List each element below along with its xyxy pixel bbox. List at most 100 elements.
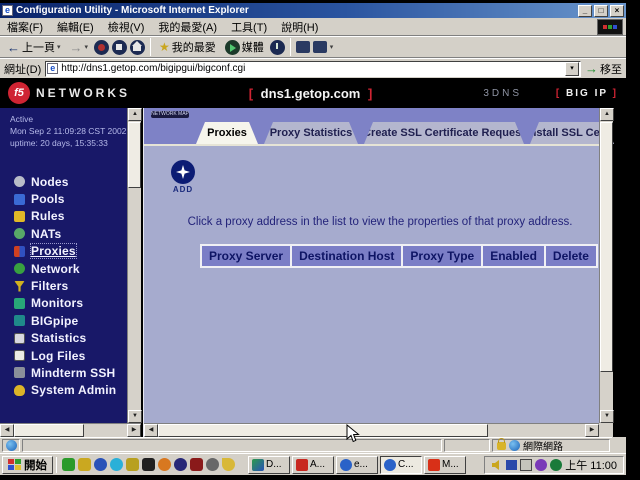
- tab-create-ssl-certificate-request[interactable]: Create SSL Certificate Request: [364, 122, 524, 144]
- tray-app-icon-1[interactable]: [535, 459, 547, 471]
- col-destination-host[interactable]: Destination Host: [290, 244, 403, 268]
- task-button-4-active[interactable]: C...: [380, 456, 422, 474]
- back-button[interactable]: ← 上一頁 ▾: [4, 38, 64, 56]
- quicklaunch-icon-3[interactable]: [94, 458, 107, 471]
- refresh-button[interactable]: [112, 40, 127, 55]
- mail-button[interactable]: [296, 41, 310, 53]
- scrollbar-thumb[interactable]: [158, 424, 488, 437]
- sidebar-item-filters[interactable]: Filters: [0, 277, 127, 294]
- network-map-button[interactable]: NETWORK MAP: [151, 111, 189, 118]
- product-bigip-label: [ BIG IP ]: [556, 88, 618, 99]
- home-button[interactable]: [130, 40, 145, 55]
- content-vertical-scrollbar[interactable]: ▲ ▼: [599, 108, 613, 423]
- sidebar-item-label: Pools: [31, 192, 65, 206]
- tab-proxy-statistics[interactable]: Proxy Statistics: [264, 122, 358, 144]
- scrollbar-thumb[interactable]: [128, 122, 141, 188]
- history-button[interactable]: [270, 40, 285, 55]
- menu-help[interactable]: 說明(H): [274, 17, 325, 37]
- media-button[interactable]: 媒體: [222, 38, 267, 56]
- scroll-up-icon[interactable]: ▲: [600, 108, 614, 121]
- tray-network-icon[interactable]: [506, 460, 517, 470]
- app-icon: [340, 459, 352, 471]
- menu-tools[interactable]: 工具(T): [224, 17, 274, 37]
- sidebar-item-system-admin[interactable]: System Admin: [0, 382, 127, 399]
- menu-favorites[interactable]: 我的最愛(A): [151, 17, 224, 37]
- taskbar-divider: [56, 457, 57, 473]
- address-dropdown-icon[interactable]: ▾: [565, 62, 579, 76]
- sidebar-item-bigpipe[interactable]: BIGpipe: [0, 312, 127, 329]
- stop-button[interactable]: [94, 40, 109, 55]
- task-button-3[interactable]: e...: [336, 456, 378, 474]
- quicklaunch-icon-11[interactable]: [222, 458, 235, 471]
- scroll-left-icon[interactable]: ◀: [144, 424, 158, 437]
- plus-star-icon: [175, 164, 191, 180]
- sidebar-vertical-scrollbar[interactable]: ▲ ▼: [127, 108, 141, 423]
- scrollbar-thumb[interactable]: [14, 424, 84, 437]
- forward-button[interactable]: → ▾: [67, 40, 92, 55]
- speaker-icon[interactable]: [491, 459, 503, 471]
- scroll-right-icon[interactable]: ▶: [585, 424, 599, 437]
- task-button-5[interactable]: M...: [424, 456, 466, 474]
- f5-logo-icon: f5: [8, 82, 30, 104]
- page-icon: e: [47, 63, 58, 74]
- quicklaunch-icon-9[interactable]: [190, 458, 203, 471]
- sidebar-item-proxies[interactable]: Proxies: [0, 243, 127, 260]
- task-button-1[interactable]: D...: [248, 456, 290, 474]
- quicklaunch-icon-2[interactable]: [78, 458, 91, 471]
- quicklaunch-icon-4[interactable]: [110, 458, 123, 471]
- start-button[interactable]: 開始: [2, 456, 53, 474]
- edit-dropdown-icon[interactable]: ▾: [330, 43, 334, 51]
- menu-file[interactable]: 檔案(F): [0, 17, 50, 37]
- col-enabled[interactable]: Enabled: [481, 244, 546, 268]
- col-proxy-type[interactable]: Proxy Type: [401, 244, 483, 268]
- scroll-down-icon[interactable]: ▼: [600, 410, 614, 423]
- sidebar-item-label: Monitors: [31, 296, 83, 310]
- system-admin-icon: [14, 385, 25, 396]
- sidebar-item-log-files[interactable]: Log Files: [0, 347, 127, 364]
- forward-dropdown-icon[interactable]: ▾: [85, 43, 89, 51]
- close-button[interactable]: ×: [610, 5, 624, 17]
- add-button[interactable]: [171, 160, 195, 184]
- quicklaunch-icon-8[interactable]: [174, 458, 187, 471]
- sidebar-horizontal-scrollbar[interactable]: ◀ ▶: [0, 423, 141, 437]
- tray-display-icon[interactable]: [520, 459, 532, 471]
- sidebar-item-network[interactable]: Network: [0, 260, 127, 277]
- menu-view[interactable]: 檢視(V): [101, 17, 152, 37]
- back-dropdown-icon[interactable]: ▾: [57, 43, 61, 51]
- scroll-up-icon[interactable]: ▲: [128, 108, 142, 121]
- content-horizontal-scrollbar[interactable]: ◀ ▶: [144, 423, 599, 437]
- menu-edit[interactable]: 編輯(E): [50, 17, 101, 37]
- padlock-icon: [497, 442, 506, 450]
- sidebar-item-rules[interactable]: Rules: [0, 208, 127, 225]
- tray-app-icon-2[interactable]: [550, 459, 562, 471]
- address-input[interactable]: [61, 63, 565, 75]
- minimize-button[interactable]: _: [578, 5, 592, 17]
- quicklaunch-icon-5[interactable]: [126, 458, 139, 471]
- sidebar-item-monitors[interactable]: Monitors: [0, 295, 127, 312]
- taskbar-clock[interactable]: 上午 11:00: [565, 457, 617, 473]
- toolbar: ← 上一頁 ▾ → ▾ ★ 我的最愛 媒體 ▾: [0, 36, 626, 58]
- quicklaunch-icon-7[interactable]: [158, 458, 171, 471]
- scroll-right-icon[interactable]: ▶: [127, 424, 141, 437]
- quicklaunch-icon-6[interactable]: [142, 458, 155, 471]
- quicklaunch-icon-10[interactable]: [206, 458, 219, 471]
- favorites-button[interactable]: ★ 我的最愛: [156, 38, 219, 56]
- print-button[interactable]: [313, 41, 327, 53]
- quicklaunch-icon-1[interactable]: [62, 458, 75, 471]
- scroll-left-icon[interactable]: ◀: [0, 424, 14, 437]
- sidebar-item-nats[interactable]: NATs: [0, 225, 127, 242]
- sidebar-item-label: Log Files: [31, 349, 85, 363]
- scrollbar-thumb[interactable]: [600, 122, 613, 372]
- sidebar-item-mindterm-ssh[interactable]: Mindterm SSH: [0, 364, 127, 381]
- maximize-button[interactable]: □: [594, 5, 608, 17]
- sidebar-item-statistics[interactable]: Statistics: [0, 330, 127, 347]
- tab-proxies[interactable]: Proxies: [196, 122, 258, 144]
- task-button-2[interactable]: A...: [292, 456, 334, 474]
- col-delete[interactable]: Delete: [544, 244, 598, 268]
- sidebar-item-pools[interactable]: Pools: [0, 190, 127, 207]
- sidebar-item-nodes[interactable]: Nodes: [0, 173, 127, 190]
- scroll-down-icon[interactable]: ▼: [128, 410, 142, 423]
- go-label: 移至: [600, 61, 622, 77]
- col-proxy-server[interactable]: Proxy Server: [200, 244, 292, 268]
- go-button[interactable]: → 移至: [585, 61, 622, 77]
